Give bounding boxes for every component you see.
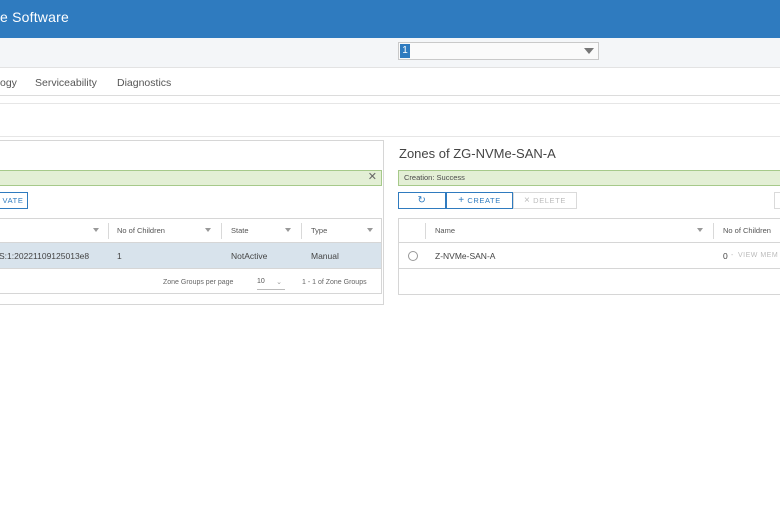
column-separator[interactable]: [301, 223, 302, 239]
cell-name: Z-NVMe-SAN-A: [435, 251, 496, 261]
table-row[interactable]: S:1:20221109125013e8 1 NotActive Manual: [0, 243, 381, 269]
chevron-down-icon: [584, 48, 594, 54]
zones-grid: Name No of Children Z-NVMe-SAN-A 0 - VIE…: [398, 218, 780, 295]
cell-type: Manual: [311, 251, 339, 261]
create-button-label: CREATE: [467, 196, 501, 205]
close-icon: ×: [524, 195, 531, 206]
context-bar: [0, 38, 780, 68]
column-separator[interactable]: [108, 223, 109, 239]
tab-serviceability[interactable]: Serviceability: [35, 77, 97, 89]
cell-separator: -: [731, 252, 734, 259]
cell-children: 1: [117, 251, 122, 261]
context-select[interactable]: 1: [398, 42, 599, 60]
column-separator[interactable]: [713, 223, 714, 239]
close-icon[interactable]: ✕: [368, 170, 377, 183]
delete-button[interactable]: × DELETE: [513, 192, 577, 209]
refresh-button[interactable]: ↻: [398, 192, 446, 209]
zones-panel-title: Zones of ZG-NVMe-SAN-A: [399, 146, 556, 161]
view-members-link[interactable]: VIEW MEM: [738, 252, 778, 259]
plus-icon: +: [458, 195, 465, 206]
column-header-state[interactable]: State: [231, 226, 249, 235]
column-header-children[interactable]: No of Children: [723, 226, 771, 235]
tab-topology[interactable]: ogy: [0, 77, 17, 89]
per-page-select[interactable]: 10 ⌄: [257, 278, 285, 290]
filter-icon[interactable]: [367, 228, 373, 232]
zones-grid-header: Name No of Children: [399, 219, 780, 243]
cell-state: NotActive: [231, 251, 268, 261]
create-button[interactable]: + CREATE: [446, 192, 513, 209]
tab-diagnostics[interactable]: Diagnostics: [117, 77, 171, 89]
column-header-name[interactable]: Name: [435, 226, 455, 235]
column-separator[interactable]: [221, 223, 222, 239]
filter-icon[interactable]: [285, 228, 291, 232]
pagination-range: 1 - 1 of Zone Groups: [302, 279, 367, 286]
filter-icon[interactable]: [205, 228, 211, 232]
per-page-label: Zone Groups per page: [163, 279, 234, 286]
context-select-value: 1: [400, 44, 410, 58]
filter-icon[interactable]: [93, 228, 99, 232]
chevron-down-icon: ⌄: [276, 279, 282, 286]
column-separator[interactable]: [425, 223, 426, 239]
activate-button[interactable]: VATE: [0, 192, 28, 209]
toolbar-strip: [0, 103, 780, 137]
app-header: e Software: [0, 0, 780, 38]
cell-children: 0: [723, 251, 728, 261]
refresh-icon: ↻: [417, 195, 427, 206]
table-row[interactable]: Z-NVMe-SAN-A 0 - VIEW MEM: [399, 243, 780, 269]
zone-groups-grid-header: No of Children State Type: [0, 219, 381, 243]
app-title: e Software: [0, 9, 69, 25]
filter-icon[interactable]: [697, 228, 703, 232]
row-select-radio[interactable]: [408, 251, 418, 261]
column-header-type[interactable]: Type: [311, 226, 327, 235]
zone-groups-grid: No of Children State Type S:1:2022110912…: [0, 218, 382, 294]
zone-groups-alert: ✕: [0, 170, 382, 186]
cell-name: S:1:20221109125013e8: [0, 251, 90, 261]
activate-button-label: VATE: [2, 196, 24, 205]
column-toggle-button[interactable]: [774, 192, 780, 209]
per-page-value: 10: [257, 278, 265, 285]
zones-alert-text: Creation: Success: [404, 173, 465, 182]
delete-button-label: DELETE: [533, 196, 566, 205]
zones-alert: Creation: Success: [398, 170, 780, 186]
column-header-children[interactable]: No of Children: [117, 226, 165, 235]
main-tabs: ogy Serviceability Diagnostics: [0, 68, 780, 96]
